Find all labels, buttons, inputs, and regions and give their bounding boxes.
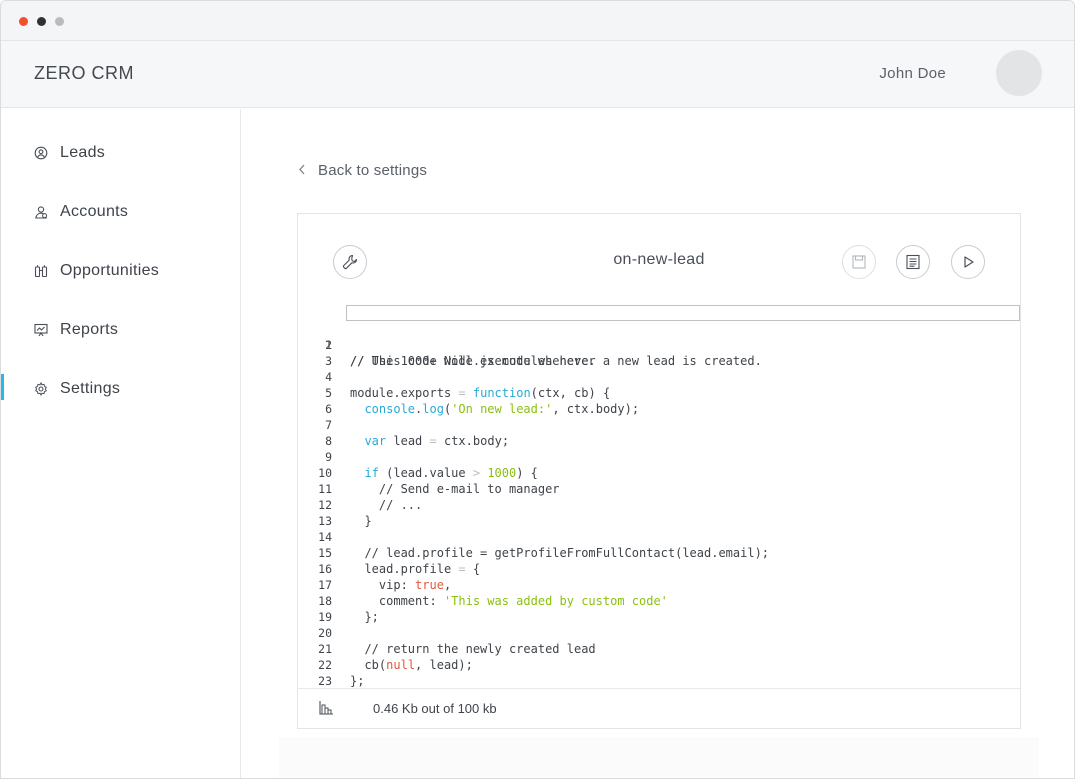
minimize-window-button[interactable]	[37, 17, 46, 26]
accounts-icon	[35, 206, 48, 219]
sidebar-item-label: Opportunities	[60, 262, 160, 279]
code-line: 14 // lead.profile = getProfileFromFullC…	[308, 513, 1020, 560]
code-line: 1 // This code will execute whenever a n…	[308, 305, 1020, 368]
editor-footer: 0.46 Kb out of 100 kb	[298, 688, 1020, 728]
app-window: ZERO CRM John Doe Leads Accounts Opportu…	[0, 0, 1075, 779]
code-line: 22 };	[308, 641, 1020, 688]
lower-panel	[279, 737, 1039, 778]
settings-wrench-button[interactable]	[333, 245, 367, 279]
code-line: 17 comment: 'This was added by custom co…	[308, 561, 1020, 608]
code-line: 18 };	[308, 577, 1020, 624]
storage-usage: 0.46 Kb out of 100 kb	[373, 701, 497, 716]
window-titlebar	[1, 1, 1074, 41]
code-line: 12 }	[308, 481, 1020, 528]
code-line: 5 console.log('On new lead:', ctx.body);	[308, 369, 1020, 416]
run-icon	[964, 256, 974, 268]
run-button[interactable]	[951, 245, 985, 279]
code-line: 15 lead.profile = {	[308, 529, 1020, 576]
code-line: 6	[308, 385, 1020, 416]
code-line: 23	[308, 657, 1020, 688]
sidebar-item-settings[interactable]: Settings	[1, 370, 240, 410]
code-editor-card: on-new-lead 1 // This code will execute …	[297, 213, 1021, 729]
code-line: 4 module.exports = function(ctx, cb) {	[308, 353, 1020, 400]
save-button[interactable]	[842, 245, 876, 279]
back-to-settings-link[interactable]: Back to settings	[298, 162, 427, 179]
code-line: 8	[308, 417, 1020, 448]
sidebar-item-accounts[interactable]: Accounts	[1, 193, 240, 233]
leads-icon	[34, 146, 48, 160]
main-content: Back to settings on-new-lead 1 // This c…	[241, 109, 1074, 778]
code-line: 16 vip: true,	[308, 545, 1020, 592]
log-icon	[906, 254, 920, 270]
avatar[interactable]	[996, 50, 1042, 96]
code-area[interactable]: 1 // This code will execute whenever a n…	[308, 305, 1020, 688]
sidebar-item-label: Leads	[60, 144, 106, 161]
chevron-left-icon	[298, 162, 310, 179]
sidebar-item-opportunities[interactable]: Opportunities	[1, 252, 240, 292]
brand-logo[interactable]: ZERO CRM	[34, 63, 134, 84]
back-link-label: Back to settings	[318, 162, 428, 179]
code-line: 19	[308, 593, 1020, 624]
code-line: 21 cb(null, lead);	[308, 625, 1020, 672]
wrench-icon	[342, 254, 358, 270]
settings-icon	[35, 382, 47, 396]
code-line: 10 // Send e-mail to manager	[308, 449, 1020, 496]
close-window-button[interactable]	[19, 17, 28, 26]
user-name[interactable]: John Doe	[879, 65, 946, 82]
save-icon	[852, 255, 866, 269]
code-line: 3	[308, 337, 1020, 368]
storage-icon	[319, 701, 333, 715]
maximize-window-button[interactable]	[55, 17, 64, 26]
sidebar-item-reports[interactable]: Reports	[1, 311, 240, 351]
code-line: 2 // Use 1000+ Node.js modules here.	[308, 321, 1020, 368]
logs-button[interactable]	[896, 245, 930, 279]
sidebar-item-label: Accounts	[60, 203, 129, 220]
sidebar-item-label: Settings	[60, 380, 121, 397]
opportunities-icon	[34, 265, 48, 278]
code-line: 11 // ...	[308, 465, 1020, 512]
code-line: 7 var lead = ctx.body;	[308, 401, 1020, 448]
sidebar: Leads Accounts Opportunities Reports Set…	[1, 109, 241, 778]
code-line: 20 // return the newly created lead	[308, 609, 1020, 656]
reports-icon	[34, 323, 48, 337]
code-line: 9 if (lead.value > 1000) {	[308, 433, 1020, 480]
sidebar-item-label: Reports	[60, 321, 119, 338]
app-header: ZERO CRM John Doe	[1, 41, 1074, 108]
cursor-highlight	[346, 305, 1020, 321]
line-number: 23	[318, 674, 332, 688]
code-line: 13	[308, 497, 1020, 528]
sidebar-item-leads[interactable]: Leads	[1, 134, 240, 174]
